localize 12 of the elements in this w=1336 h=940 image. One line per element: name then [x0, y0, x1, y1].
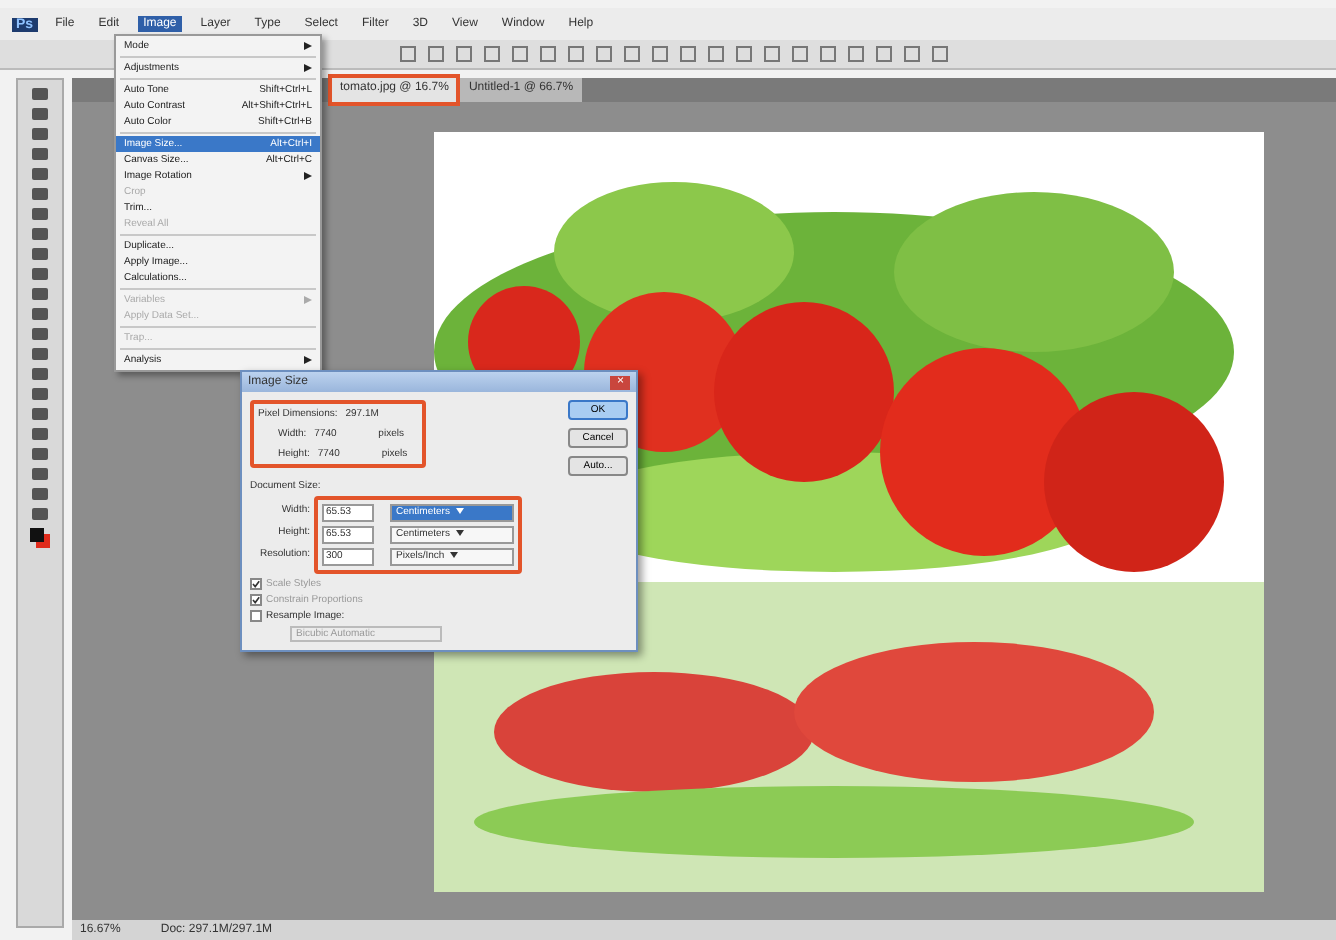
submenu-arrow-icon [304, 42, 312, 50]
submenu-arrow-icon [304, 296, 312, 304]
checkbox-icon [250, 578, 262, 590]
submenu-arrow-icon [304, 356, 312, 364]
caret-icon [455, 506, 464, 514]
caret-icon [455, 528, 464, 536]
submenu-arrow-icon [304, 64, 312, 72]
caret-icon [450, 550, 459, 558]
color-swatch-icon[interactable] [30, 528, 50, 548]
checkbox-icon [250, 594, 262, 606]
submenu-arrow-icon [304, 172, 312, 180]
checkbox-icon [250, 610, 262, 622]
